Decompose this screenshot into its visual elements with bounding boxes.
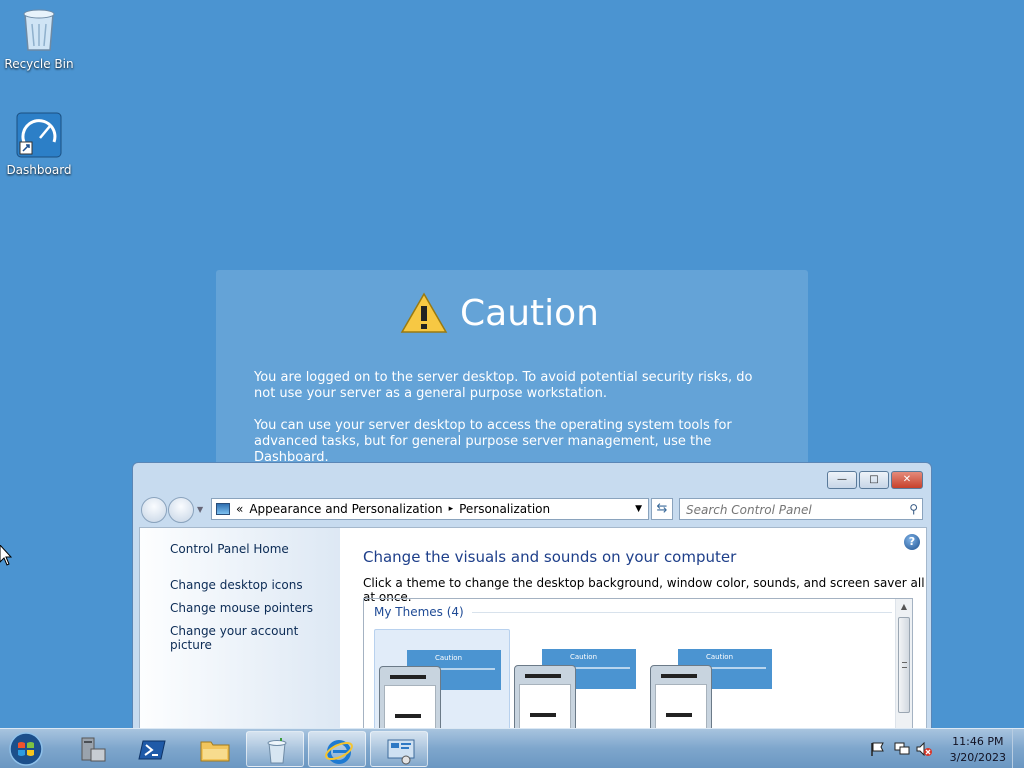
themes-list: My Themes (4) Caution Caution Caution ▲ [363,598,913,731]
forward-button[interactable] [168,497,194,523]
group-divider [471,611,892,613]
recent-pages-dropdown[interactable]: ▼ [197,505,203,523]
caution-heading: Caution [400,292,599,334]
warning-icon [400,292,448,333]
title-bar[interactable]: — □ ✕ [133,463,931,495]
caution-paragraph: You can use your server desktop to acces… [254,418,732,465]
recycle-bin-desktop-icon[interactable]: Recycle Bin [0,6,78,71]
address-dropdown-icon[interactable]: ▼ [635,504,642,514]
back-button[interactable] [141,497,167,523]
scroll-thumb[interactable] [898,617,910,713]
mouse-cursor-icon [0,545,12,566]
recycle-bin-icon [23,9,55,51]
dashboard-label: Dashboard [6,163,72,177]
address-bar[interactable]: « Appearance and Personalization ▸ Perso… [211,498,649,520]
recycle-bin-icon [267,738,287,764]
caution-paragraph: You are logged on to the server desktop.… [254,370,753,401]
nav-arrows: ▼ [141,497,205,523]
taskbar: 11:46 PM 3/20/2023 [0,728,1024,768]
search-input[interactable] [680,500,890,520]
themes-scrollbar[interactable]: ▲ [895,599,912,731]
taskbar-file-explorer[interactable] [184,731,242,767]
taskbar-server-manager[interactable] [62,731,120,767]
theme-thumbnail[interactable]: Caution [374,629,510,731]
start-button[interactable] [6,731,46,767]
network-icon[interactable] [894,742,910,756]
taskbar-recycle-app[interactable] [246,731,304,767]
breadcrumb-personalization[interactable]: Personalization [459,502,550,516]
taskbar-internet-explorer[interactable] [308,731,366,767]
volume-muted-icon[interactable] [916,742,932,756]
breadcrumb-appearance[interactable]: Appearance and Personalization [249,502,442,516]
caution-title: Caution [460,292,599,334]
server-manager-icon [81,737,106,762]
folder-icon [200,741,230,762]
clock[interactable]: 11:46 PM 3/20/2023 [950,734,1006,766]
theme-caption: Caution [570,653,598,661]
left-task-pane: Control Panel Home Change desktop icons … [140,528,340,730]
dashboard-icon [16,112,62,158]
theme-window-preview [650,665,712,731]
show-desktop-button[interactable] [1012,729,1024,768]
search-box[interactable]: ⚲ [679,498,923,520]
theme-thumbnail[interactable]: Caution [510,629,646,731]
powershell-icon [138,740,166,760]
breadcrumb-separator[interactable]: ▸ [449,504,454,514]
theme-window-preview [514,665,576,731]
theme-caption: Caution [706,653,734,661]
my-themes-group: My Themes (4) [374,605,892,619]
help-icon[interactable]: ? [904,534,920,550]
clock-time: 11:46 PM [952,735,1004,748]
minimize-button[interactable]: — [827,471,857,489]
navigation-bar: ▼ « Appearance and Personalization ▸ Per… [141,497,923,523]
caution-notice: Caution You are logged on to the server … [216,270,808,470]
theme-caption: Caution [435,654,463,662]
system-tray: 11:46 PM 3/20/2023 [854,729,1024,768]
taskbar-control-panel[interactable] [370,731,428,767]
control-panel-icon [216,503,230,515]
theme-thumbnail[interactable]: Caution [646,629,782,731]
close-button[interactable]: ✕ [891,471,923,489]
main-pane: ? Change the visuals and sounds on your … [340,528,926,731]
refresh-button[interactable]: ⇆ [651,498,673,520]
change-mouse-pointers-link[interactable]: Change mouse pointers [170,601,313,615]
action-center-flag-icon[interactable] [870,742,886,756]
window-controls: — □ ✕ [827,471,923,489]
window-content: Control Panel Home Change desktop icons … [139,527,927,731]
dashboard-desktop-icon[interactable]: Dashboard [0,112,78,177]
scroll-up-icon[interactable]: ▲ [896,599,912,615]
maximize-button[interactable]: □ [859,471,889,489]
page-title: Change the visuals and sounds on your co… [363,548,737,566]
theme-window-preview [379,666,441,731]
address-chevron[interactable]: « [236,502,243,516]
internet-explorer-icon [325,740,353,764]
change-desktop-icons-link[interactable]: Change desktop icons [170,578,303,592]
control-panel-icon [387,739,415,765]
search-icon[interactable]: ⚲ [909,502,918,516]
clock-date: 3/20/2023 [949,751,1006,764]
personalization-window: — □ ✕ ▼ « Appearance and Personalization… [132,462,932,732]
my-themes-header: My Themes (4) [374,605,464,619]
control-panel-home-link[interactable]: Control Panel Home [170,542,289,556]
recycle-bin-label: Recycle Bin [4,57,74,71]
taskbar-powershell[interactable] [122,731,180,767]
change-account-picture-link[interactable]: Change your account picture [170,624,340,652]
